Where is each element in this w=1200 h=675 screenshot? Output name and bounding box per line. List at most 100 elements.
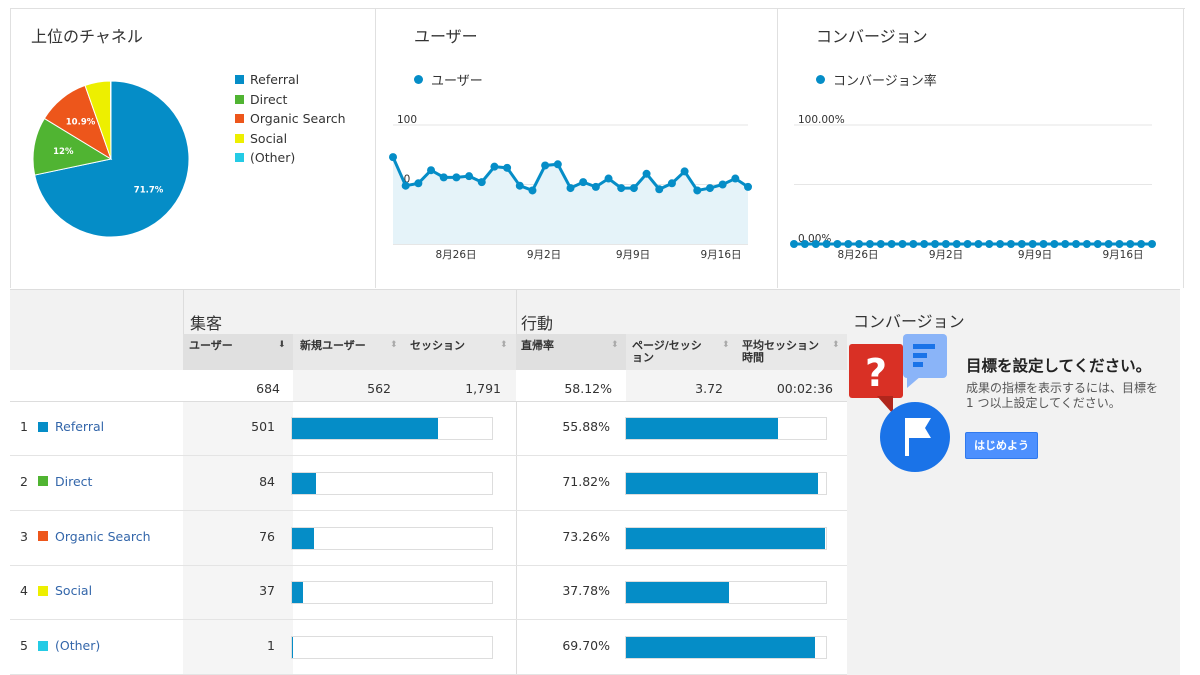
row-link-social[interactable]: Social <box>55 583 92 598</box>
total-sessions: 1,791 <box>465 381 501 396</box>
sort-icon[interactable]: ⬍ <box>832 340 840 350</box>
behavior-group-header: 行動 <box>521 314 554 333</box>
data-point <box>667 179 676 188</box>
legend-item-social[interactable]: Social <box>235 129 346 149</box>
legend-label-organic: Organic Search <box>250 111 346 127</box>
data-point <box>963 240 972 248</box>
table-row: 2 Direct 84 71.82% <box>10 456 847 511</box>
row-users-value: 76 <box>259 528 275 544</box>
users-share-bar-fill <box>292 472 316 494</box>
acquisition-group-header: 集客 <box>190 314 223 333</box>
channels-pie-chart[interactable]: 71.7% 12% 10.9% <box>21 70 201 250</box>
data-point <box>490 162 499 171</box>
y-tick-label-0: 100.00% <box>798 114 845 126</box>
data-point <box>1115 240 1124 248</box>
legend-item-other[interactable]: (Other) <box>235 148 346 168</box>
row-link-direct[interactable]: Direct <box>55 474 92 489</box>
series-dot-icon <box>816 75 825 84</box>
row-bounce-value: 73.26% <box>562 528 610 544</box>
conversion-series-legend[interactable]: コンバージョン率 <box>816 70 937 89</box>
svg-text:?: ? <box>865 351 887 395</box>
data-point <box>401 181 410 190</box>
bounce-bar <box>625 526 827 550</box>
legend-item-organic-search[interactable]: Organic Search <box>235 109 346 129</box>
row-link-organic-search[interactable]: Organic Search <box>55 529 151 544</box>
row-color-swatch <box>38 585 48 596</box>
data-point <box>591 182 600 191</box>
legend-label-referral: Referral <box>250 72 300 88</box>
users-card: ユーザー ユーザー 100 50 8月26日 9月2日 9月9日 9月16日 <box>376 9 778 288</box>
conversion-line-chart[interactable]: 100.00%0.00%8月26日 9月2日 9月9日 9月16日 <box>778 99 1182 269</box>
col-header-sessions[interactable]: セッション <box>410 340 465 352</box>
users-share-bar-fill <box>292 582 303 604</box>
data-point <box>1028 240 1037 248</box>
data-point <box>1017 240 1026 248</box>
data-point <box>1126 240 1135 248</box>
bounce-bar-fill <box>626 637 815 659</box>
acquisition-header-bg <box>183 289 516 334</box>
legend-swatch-other <box>235 153 244 163</box>
row-number: 3 <box>20 528 28 544</box>
get-started-button[interactable]: はじめよう <box>965 432 1038 459</box>
conversion-panel-title: コンバージョン <box>853 312 965 331</box>
sort-desc-icon[interactable]: ⬇ <box>278 340 286 350</box>
data-point <box>477 178 486 187</box>
sort-icon[interactable]: ⬍ <box>722 340 730 350</box>
col-header-users[interactable]: ユーザー <box>189 340 233 352</box>
legend-item-direct[interactable]: Direct <box>235 90 346 110</box>
sort-icon[interactable]: ⬍ <box>500 340 508 350</box>
legend-item-referral[interactable]: Referral <box>235 70 346 90</box>
users-share-bar <box>291 581 493 605</box>
bounce-bar-fill <box>626 582 729 604</box>
row-bounce-value: 37.78% <box>562 583 610 599</box>
goal-description: 成果の指標を表示するには、目標を 1 つ以上設定してください。 <box>966 381 1159 410</box>
data-point <box>898 240 907 248</box>
data-point <box>439 173 448 182</box>
row-color-swatch <box>38 421 48 432</box>
col-header-duration-line2: 時間 <box>742 351 764 364</box>
data-point <box>1039 240 1048 248</box>
legend-swatch-direct <box>235 94 244 104</box>
table-row: 3 Organic Search 76 73.26% <box>10 511 847 566</box>
data-point <box>833 240 842 248</box>
row-label-organic-search: 3 Organic Search <box>20 529 151 544</box>
data-point <box>389 153 397 162</box>
row-link-referral[interactable]: Referral <box>55 419 104 434</box>
legend-label-other: (Other) <box>250 150 296 166</box>
conversion-card-title: コンバージョン <box>816 27 928 46</box>
legend-label-social: Social <box>250 130 288 146</box>
data-point <box>822 240 831 248</box>
data-point <box>811 240 820 248</box>
document-lines-icon <box>903 334 947 388</box>
col-header-pages-per-session[interactable]: ページ/セッシ ョン <box>632 340 702 364</box>
row-label-social: 4 Social <box>20 583 92 598</box>
data-point <box>705 184 714 193</box>
col-header-avg-duration[interactable]: 平均セッション 時間 <box>742 340 819 364</box>
data-point <box>865 240 874 248</box>
users-line-chart[interactable]: 100508月26日 9月2日 9月9日 9月16日 <box>376 99 776 269</box>
legend-label-direct: Direct <box>250 91 288 107</box>
table-row: 5 (Other) 1 69.70% <box>10 620 847 675</box>
data-point <box>909 240 918 248</box>
row-link-other[interactable]: (Other) <box>55 638 100 653</box>
col-header-bounce[interactable]: 直帰率 <box>521 340 554 352</box>
users-series-legend[interactable]: ユーザー <box>414 70 483 89</box>
row-number: 4 <box>20 583 28 599</box>
data-point <box>642 169 651 178</box>
row-number: 5 <box>20 638 28 654</box>
data-point <box>718 180 727 189</box>
data-point <box>920 240 929 248</box>
data-point <box>855 240 864 248</box>
col-header-new-users[interactable]: 新規ユーザー <box>300 340 366 352</box>
users-share-bar-fill <box>292 418 438 439</box>
data-point <box>974 240 983 248</box>
y-tick-label-0: 100 <box>397 114 417 126</box>
users-share-bar-fill <box>292 637 293 659</box>
channel-table: 集客 行動 ユーザー ⬇ 新規ユーザー ⬍ セッション ⬍ 直帰率 ⬍ ページ/… <box>10 289 847 675</box>
data-point <box>731 174 740 183</box>
sort-icon[interactable]: ⬍ <box>390 340 398 350</box>
sort-icon[interactable]: ⬍ <box>611 340 619 350</box>
data-point <box>1082 240 1091 248</box>
analytics-dashboard: 上位のチャネル 71.7% 12% 10.9% Referral Direct Or… <box>0 0 1200 675</box>
data-point <box>693 186 702 195</box>
